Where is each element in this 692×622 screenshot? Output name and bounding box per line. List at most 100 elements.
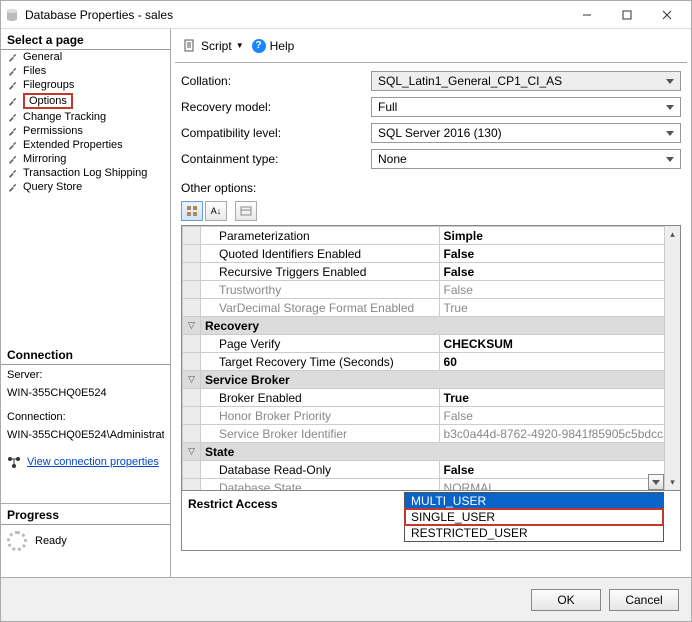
property-value[interactable]: NORMAL: [439, 479, 679, 491]
property-value[interactable]: 60: [439, 353, 679, 371]
property-name[interactable]: Database Read-Only: [201, 461, 440, 479]
compat-select[interactable]: SQL Server 2016 (130): [371, 123, 681, 143]
view-connection-row[interactable]: View connection properties: [1, 451, 170, 473]
grid-row[interactable]: TrustworthyFalse: [183, 281, 680, 299]
connection-info: Server: WIN-355CHQ0E524 Connection: WIN-…: [1, 365, 170, 451]
property-name[interactable]: Quoted Identifiers Enabled: [201, 245, 440, 263]
collapse-icon[interactable]: ▽: [183, 371, 201, 389]
sidebar-item-files[interactable]: Files: [1, 64, 170, 78]
grid-row[interactable]: Page VerifyCHECKSUM: [183, 335, 680, 353]
sidebar-item-query-store[interactable]: Query Store: [1, 180, 170, 194]
wrench-icon: [7, 51, 19, 63]
grid-row[interactable]: Target Recovery Time (Seconds)60: [183, 353, 680, 371]
property-value[interactable]: True: [439, 299, 679, 317]
scroll-down-icon[interactable]: ▾: [665, 474, 680, 490]
property-value[interactable]: False: [439, 281, 679, 299]
dropdown-option[interactable]: RESTRICTED_USER: [405, 525, 663, 541]
property-value[interactable]: CHECKSUM: [439, 335, 679, 353]
description-title: Restrict Access: [188, 497, 278, 511]
grid-row[interactable]: VarDecimal Storage Format EnabledTrue: [183, 299, 680, 317]
property-value[interactable]: b3c0a44d-8762-4920-9841f85905c5bdcc: [439, 425, 679, 443]
connection-header: Connection: [1, 344, 170, 365]
grid-row[interactable]: Service Broker Identifierb3c0a44d-8762-4…: [183, 425, 680, 443]
property-name[interactable]: Recursive Triggers Enabled: [201, 263, 440, 281]
sidebar-item-extended-properties[interactable]: Extended Properties: [1, 138, 170, 152]
cancel-label: Cancel: [625, 593, 662, 607]
close-button[interactable]: [647, 1, 687, 28]
property-name[interactable]: Database State: [201, 479, 440, 491]
sidebar-item-transaction-log-shipping[interactable]: Transaction Log Shipping: [1, 166, 170, 180]
sidebar-item-permissions[interactable]: Permissions: [1, 124, 170, 138]
sidebar-item-general[interactable]: General: [1, 50, 170, 64]
grid-row[interactable]: Recursive Triggers EnabledFalse: [183, 263, 680, 281]
wrench-icon: [7, 79, 19, 91]
property-value[interactable]: False: [439, 461, 679, 479]
property-name[interactable]: Broker Enabled: [201, 389, 440, 407]
script-button[interactable]: Script ▼: [183, 39, 244, 53]
property-name[interactable]: Honor Broker Priority: [201, 407, 440, 425]
property-pages-button[interactable]: [235, 201, 257, 221]
sidebar-item-mirroring[interactable]: Mirroring: [1, 152, 170, 166]
collation-value: SQL_Latin1_General_CP1_CI_AS: [378, 74, 562, 88]
dropdown-option[interactable]: MULTI_USER: [405, 493, 663, 509]
grid-row[interactable]: Honor Broker PriorityFalse: [183, 407, 680, 425]
cancel-button[interactable]: Cancel: [609, 589, 679, 611]
scroll-up-icon[interactable]: ▴: [665, 226, 680, 242]
property-value[interactable]: True: [439, 389, 679, 407]
grid-gutter: [183, 479, 201, 491]
sidebar-item-filegroups[interactable]: Filegroups: [1, 78, 170, 92]
sidebar-item-change-tracking[interactable]: Change Tracking: [1, 110, 170, 124]
collapse-icon[interactable]: ▽: [183, 443, 201, 461]
collation-select[interactable]: SQL_Latin1_General_CP1_CI_AS: [371, 71, 681, 91]
grid-gutter: [183, 425, 201, 443]
script-label: Script: [201, 39, 232, 53]
maximize-button[interactable]: [607, 1, 647, 28]
grid-row[interactable]: ▽Recovery: [183, 317, 680, 335]
containment-select[interactable]: None: [371, 149, 681, 169]
property-name[interactable]: Target Recovery Time (Seconds): [201, 353, 440, 371]
property-value[interactable]: False: [439, 407, 679, 425]
property-name[interactable]: VarDecimal Storage Format Enabled: [201, 299, 440, 317]
help-button[interactable]: ? Help: [252, 39, 295, 53]
grid-row[interactable]: ▽Service Broker: [183, 371, 680, 389]
grid-scrollbar[interactable]: ▴ ▾: [664, 226, 680, 490]
collation-label: Collation:: [181, 74, 371, 88]
collapse-icon[interactable]: ▽: [183, 317, 201, 335]
property-value[interactable]: False: [439, 245, 679, 263]
property-value[interactable]: Simple: [439, 227, 679, 245]
sidebar-item-options[interactable]: Options: [1, 92, 170, 110]
recovery-value: Full: [378, 100, 397, 114]
ok-button[interactable]: OK: [531, 589, 601, 611]
minimize-button[interactable]: [567, 1, 607, 28]
alphabetical-button[interactable]: A↓: [205, 201, 227, 221]
property-name[interactable]: Parameterization: [201, 227, 440, 245]
property-name[interactable]: Page Verify: [201, 335, 440, 353]
help-label: Help: [270, 39, 295, 53]
recovery-select[interactable]: Full: [371, 97, 681, 117]
progress-header: Progress: [1, 504, 170, 525]
grid-row[interactable]: ParameterizationSimple: [183, 227, 680, 245]
property-name[interactable]: Trustworthy: [201, 281, 440, 299]
chevron-down-icon: [666, 157, 674, 162]
grid-row[interactable]: Database Read-OnlyFalse: [183, 461, 680, 479]
spinner-icon: [7, 531, 27, 551]
cell-dropdown-button[interactable]: [648, 474, 664, 490]
restrict-access-dropdown[interactable]: MULTI_USERSINGLE_USERRESTRICTED_USER: [404, 492, 664, 542]
property-name[interactable]: Service Broker Identifier: [201, 425, 440, 443]
grid-row[interactable]: Database StateNORMAL: [183, 479, 680, 491]
view-connection-link[interactable]: View connection properties: [27, 456, 159, 468]
wrench-icon: [7, 139, 19, 151]
network-icon: [7, 455, 21, 469]
wrench-icon: [7, 65, 19, 77]
categorized-button[interactable]: [181, 201, 203, 221]
property-grid[interactable]: ParameterizationSimpleQuoted Identifiers…: [181, 225, 681, 491]
sidebar-item-label: Query Store: [23, 181, 82, 193]
grid-row[interactable]: Quoted Identifiers EnabledFalse: [183, 245, 680, 263]
property-value[interactable]: False: [439, 263, 679, 281]
sidebar-item-label: Filegroups: [23, 79, 74, 91]
dropdown-option[interactable]: SINGLE_USER: [405, 509, 663, 525]
grid-row[interactable]: ▽State: [183, 443, 680, 461]
grid-row[interactable]: Broker EnabledTrue: [183, 389, 680, 407]
wrench-icon: [7, 153, 19, 165]
sidebar-item-label: Extended Properties: [23, 139, 123, 151]
